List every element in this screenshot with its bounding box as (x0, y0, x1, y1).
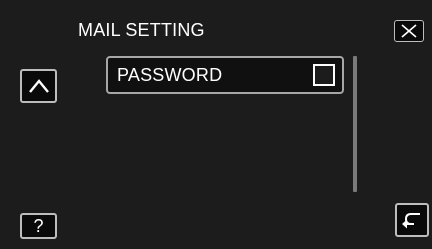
password-checkbox[interactable] (313, 64, 335, 86)
scroll-up-button[interactable] (20, 69, 57, 103)
chevron-up-icon (28, 79, 49, 93)
back-button[interactable] (395, 203, 429, 237)
camera-menu-screen: MAIL SETTING PASSWORD ? (0, 0, 432, 249)
scrollbar[interactable] (353, 56, 357, 192)
back-arrow-icon (402, 213, 420, 229)
menu-item-password[interactable]: PASSWORD (106, 56, 344, 94)
help-button[interactable]: ? (20, 213, 57, 239)
close-button[interactable] (394, 20, 424, 42)
menu-item-label: PASSWORD (117, 65, 223, 85)
close-icon (401, 24, 417, 38)
page-title: MAIL SETTING (78, 20, 205, 40)
help-icon: ? (33, 216, 44, 236)
